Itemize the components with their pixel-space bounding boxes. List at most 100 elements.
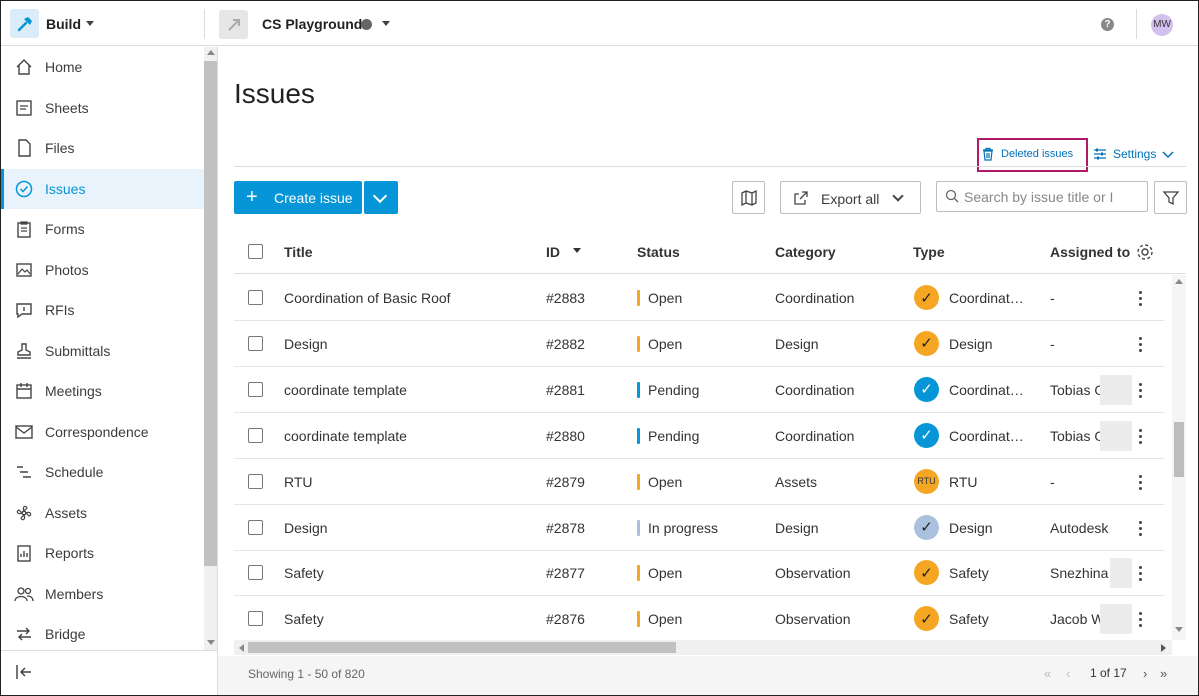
more-options-icon[interactable] — [1136, 565, 1146, 582]
sidebar-item-rfis[interactable]: RFIs — [1, 290, 204, 330]
row-checkbox[interactable] — [248, 611, 263, 627]
row-title[interactable]: coordinate template — [284, 382, 534, 398]
scroll-up-icon[interactable] — [1175, 279, 1183, 284]
table-row[interactable]: Design #2878 In progress Design ✓ Design Autod… — [234, 505, 1164, 551]
row-title[interactable]: Safety — [284, 611, 534, 627]
more-options-icon[interactable] — [1136, 336, 1146, 352]
settings-button[interactable]: Settings — [1093, 147, 1174, 161]
first-page-icon[interactable]: « — [1044, 666, 1051, 681]
row-status: Pending — [648, 381, 700, 398]
search-input[interactable] — [964, 187, 1144, 207]
row-checkbox[interactable] — [248, 565, 263, 581]
deleted-issues-link[interactable]: Deleted issues — [981, 147, 1073, 161]
next-page-icon[interactable]: › — [1143, 666, 1147, 681]
sidebar-item-members[interactable]: Members — [1, 574, 204, 614]
more-options-icon[interactable] — [1136, 290, 1146, 306]
sidebar-item-home[interactable]: Home — [1, 47, 204, 87]
more-options-icon[interactable] — [1136, 520, 1146, 536]
table-vertical-scrollbar-thumb[interactable] — [1174, 422, 1184, 477]
filter-button[interactable] — [1154, 181, 1187, 214]
header-status[interactable]: Status — [637, 244, 680, 260]
sidebar-scrollbar-thumb[interactable] — [204, 61, 217, 566]
row-status: Open — [648, 611, 683, 628]
table-row[interactable]: coordinate template #2881 Pending Coordinat… — [234, 367, 1164, 413]
row-title[interactable]: Safety — [284, 565, 534, 581]
row-title[interactable]: Design — [284, 520, 534, 536]
sidebar-item-issues[interactable]: Issues — [1, 168, 204, 209]
search-field[interactable] — [936, 181, 1148, 212]
map-view-button[interactable] — [732, 181, 765, 214]
table-row[interactable]: Design #2882 Open Design ✓ Design - — [234, 321, 1164, 367]
scroll-left-icon[interactable] — [239, 644, 244, 652]
scroll-right-icon[interactable] — [1161, 644, 1166, 652]
project-name[interactable]: CS Playground — [262, 16, 362, 32]
sidebar-item-meetings[interactable]: Meetings — [1, 371, 204, 411]
project-switcher-caret-icon[interactable] — [382, 21, 390, 26]
table-horizontal-scrollbar-thumb[interactable] — [248, 642, 676, 653]
sidebar-item-label: Schedule — [45, 464, 104, 480]
create-issue-button[interactable]: + Create issue — [234, 181, 362, 214]
scroll-down-icon[interactable] — [207, 640, 215, 645]
more-options-icon[interactable] — [1136, 428, 1146, 444]
row-title[interactable]: coordinate template — [284, 428, 534, 444]
scroll-up-icon[interactable] — [207, 50, 215, 55]
sidebar-item-schedule[interactable]: Schedule — [1, 452, 204, 492]
select-all-checkbox[interactable] — [248, 244, 263, 259]
table-row[interactable]: Coordination of Basic Roof #2883 Open Coord… — [234, 275, 1164, 321]
export-all-button[interactable]: Export all — [780, 181, 921, 214]
sort-caret-icon[interactable] — [573, 248, 581, 253]
sidebar-item-bridge[interactable]: Bridge — [1, 614, 204, 654]
row-checkbox[interactable] — [248, 381, 263, 397]
sidebar-item-correspondence[interactable]: Correspondence — [1, 412, 204, 452]
help-icon[interactable]: ? — [1101, 18, 1114, 31]
create-issue-dropdown-button[interactable] — [364, 181, 398, 214]
row-checkbox[interactable] — [248, 335, 263, 351]
photo-icon — [14, 260, 34, 280]
row-checkbox[interactable] — [248, 473, 263, 489]
row-checkbox[interactable] — [248, 290, 263, 305]
mail-icon — [14, 422, 34, 442]
row-id: #2880 — [546, 427, 585, 444]
export-icon — [794, 191, 808, 205]
current-page[interactable]: 1 — [1090, 666, 1097, 680]
more-options-icon[interactable] — [1136, 611, 1146, 628]
sidebar-item-submittals[interactable]: Submittals — [1, 331, 204, 371]
previous-page-icon[interactable]: ‹ — [1066, 666, 1070, 681]
status-indicator — [637, 381, 640, 398]
row-checkbox[interactable] — [248, 519, 263, 535]
row-title[interactable]: Design — [284, 336, 534, 352]
collapse-sidebar-icon[interactable] — [14, 662, 34, 682]
sidebar-item-files[interactable]: Files — [1, 128, 204, 168]
more-options-icon[interactable] — [1136, 382, 1146, 398]
divider — [204, 9, 205, 39]
header-type[interactable]: Type — [913, 244, 945, 260]
table-row[interactable]: Safety #2876 Open Observation ✓ Safety Jacob W… — [234, 596, 1164, 643]
build-hammer-icon[interactable] — [10, 9, 39, 38]
sidebar-item-sheets[interactable]: Sheets — [1, 88, 204, 128]
header-assigned-to[interactable]: Assigned to — [1050, 244, 1130, 260]
header-title[interactable]: Title — [284, 244, 313, 260]
table-row[interactable]: RTU #2879 Open Assets RTU RTU - — [234, 459, 1164, 505]
row-title[interactable]: RTU — [284, 474, 534, 490]
sidebar-item-assets[interactable]: Assets — [1, 493, 204, 533]
sidebar-item-forms[interactable]: Forms — [1, 209, 204, 249]
row-checkbox[interactable] — [248, 427, 263, 443]
column-settings-gear-icon[interactable] — [1135, 242, 1155, 267]
status-indicator — [637, 611, 640, 628]
header-category[interactable]: Category — [775, 244, 836, 260]
table-row[interactable]: Safety #2877 Open Observation ✓ Safety Snezhin… — [234, 550, 1164, 597]
sliders-icon — [1094, 148, 1106, 160]
status-indicator — [637, 473, 640, 490]
last-page-icon[interactable]: » — [1160, 666, 1167, 681]
scroll-down-icon[interactable] — [1175, 627, 1183, 632]
row-title[interactable]: Coordination of Basic Roof — [284, 290, 534, 306]
app-name[interactable]: Build — [46, 16, 81, 32]
header-id[interactable]: ID — [546, 244, 560, 260]
sidebar-item-reports[interactable]: Reports — [1, 533, 204, 573]
sidebar-item-photos[interactable]: Photos — [1, 250, 204, 290]
app-switcher-caret-icon[interactable] — [86, 21, 94, 26]
table-row[interactable]: coordinate template #2880 Pending Coordinat… — [234, 413, 1164, 459]
user-avatar[interactable]: MW — [1151, 14, 1173, 36]
more-options-icon[interactable] — [1136, 474, 1146, 490]
project-thumbnail[interactable] — [219, 10, 248, 39]
